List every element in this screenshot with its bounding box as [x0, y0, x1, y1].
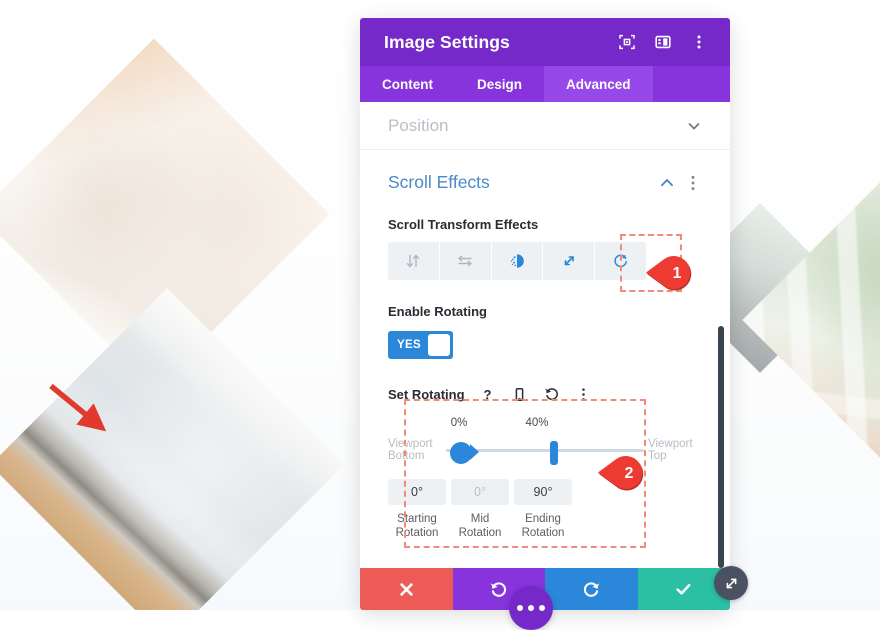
slider-start-percent: 0% [450, 417, 468, 429]
enable-rotating-value: YES [397, 339, 421, 351]
rotation-fields: 0° Starting Rotation 0° Mid Rotation 90°… [388, 479, 702, 540]
scaling-up-down-icon[interactable] [543, 242, 596, 280]
mid-rotation-caption: Mid Rotation [458, 513, 502, 539]
page-title: Image Settings [384, 31, 510, 52]
modal-body: Position Scroll Effects Scroll Transform… [360, 102, 730, 568]
viewport-top-label: Viewport Top [648, 437, 693, 463]
layout-panel-icon[interactable] [650, 29, 676, 55]
close-icon [400, 582, 413, 596]
slider-handle-start-pointer [470, 444, 479, 460]
enable-rotating-label: Enable Rotating [388, 304, 487, 319]
scroll-transform-options [388, 242, 646, 280]
undo-icon [490, 581, 507, 597]
tab-design[interactable]: Design [455, 66, 544, 102]
mid-rotation-input[interactable]: 0° [451, 479, 509, 505]
fading-in-out-icon[interactable] [491, 242, 544, 280]
image-settings-modal: Image Settings Content Design Advanced P… [360, 18, 730, 610]
check-icon [676, 583, 691, 595]
ellipsis-dot [528, 605, 534, 611]
section-position-label: Position [388, 115, 449, 135]
enable-rotating-toggle[interactable]: YES [388, 331, 453, 359]
starting-rotation-field: 0° Starting Rotation [388, 479, 446, 540]
callout-marker-1: 1 [646, 254, 698, 294]
ellipsis-dot [539, 605, 545, 611]
section-scroll-effects-label: Scroll Effects [388, 172, 490, 192]
help-icon[interactable]: ? [479, 385, 497, 403]
rotating-icon[interactable] [595, 242, 646, 280]
redo-button[interactable] [545, 568, 638, 610]
set-rotating-label: Set Rotating [388, 386, 465, 402]
redo-icon [583, 581, 600, 597]
ending-rotation-caption: Ending Rotation [521, 513, 565, 539]
slider-handle-start[interactable] [450, 442, 472, 464]
callout-2-number: 2 [624, 465, 634, 482]
vertical-motion-icon[interactable] [388, 242, 440, 280]
svg-text:?: ? [484, 387, 492, 402]
slider-percent-labels: 0% 40% [388, 417, 702, 435]
horizontal-motion-icon[interactable] [439, 242, 492, 280]
rotated-image-bottom-left [0, 288, 344, 610]
chevron-down-icon[interactable] [686, 118, 702, 134]
slider-handle-mid[interactable] [550, 441, 558, 465]
more-vertical-icon[interactable] [686, 29, 712, 55]
resize-diagonal-icon [726, 578, 736, 588]
tab-advanced[interactable]: Advanced [544, 66, 653, 102]
rotating-slider-group: 0% 40% Viewport Bottom Viewport Top 0° S… [388, 417, 702, 540]
set-rotating-more-vertical-icon[interactable] [575, 385, 593, 403]
viewport-bottom-label: Viewport Bottom [388, 437, 433, 463]
tabs-filler [653, 66, 730, 102]
toggle-knob [427, 334, 450, 356]
more-options-fab[interactable] [509, 586, 553, 630]
starting-rotation-input[interactable]: 0° [388, 479, 446, 505]
ending-rotation-input[interactable]: 90° [514, 479, 572, 505]
ellipsis-dot [517, 605, 523, 611]
section-more-vertical-icon[interactable] [684, 174, 702, 192]
slider-mid-percent: 40% [525, 417, 549, 429]
chevron-up-icon[interactable] [658, 174, 676, 192]
modal-tabs: Content Design Advanced [360, 66, 730, 102]
callout-1-number: 1 [672, 265, 682, 282]
callout-marker-2: 2 [598, 454, 650, 494]
resize-handle[interactable] [714, 566, 748, 600]
responsive-mobile-icon[interactable] [511, 385, 529, 403]
ending-rotation-field: 90° Ending Rotation [514, 479, 572, 540]
scroll-transform-label: Scroll Transform Effects [388, 217, 539, 232]
set-rotating-header: Set Rotating ? [388, 385, 702, 403]
section-position[interactable]: Position [360, 102, 730, 150]
mid-rotation-field: 0° Mid Rotation [451, 479, 509, 540]
tab-content[interactable]: Content [360, 66, 455, 102]
reset-icon[interactable] [543, 385, 561, 403]
starting-rotation-caption: Starting Rotation [395, 513, 439, 539]
modal-scrollbar[interactable] [718, 326, 724, 568]
annotation-arrow-icon [49, 383, 107, 432]
slider-track-row: Viewport Bottom Viewport Top [388, 435, 702, 465]
section-scroll-effects-header[interactable]: Scroll Effects [388, 172, 702, 193]
cancel-button[interactable] [360, 568, 453, 610]
focus-target-icon[interactable] [614, 29, 640, 55]
section-scroll-effects: Scroll Effects Scroll Transform Effects [360, 150, 730, 548]
modal-header: Image Settings [360, 18, 730, 66]
